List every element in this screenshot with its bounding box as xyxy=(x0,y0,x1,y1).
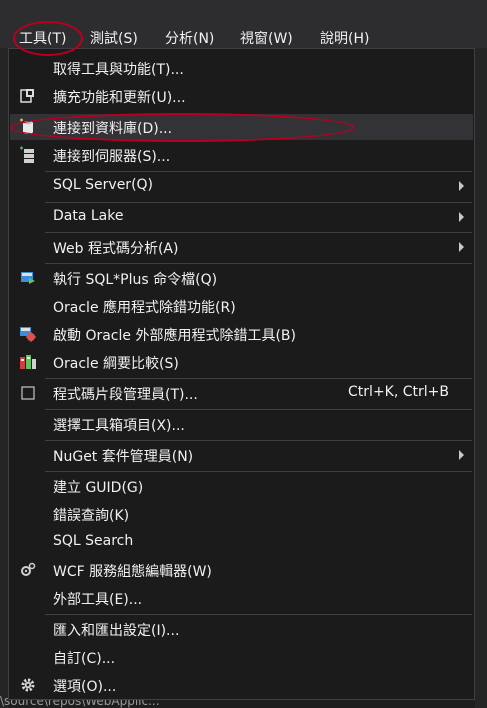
oracle-debug-icon xyxy=(19,325,37,343)
menu-item-label: 自訂(C)... xyxy=(53,651,116,667)
menu-window[interactable]: 視窗(W) xyxy=(240,28,293,48)
menu-item-customize[interactable]: 自訂(C)... xyxy=(10,644,473,670)
menu-item-create-guid[interactable]: 建立 GUID(G) xyxy=(10,473,473,499)
menu-item-label: 連接到伺服器(S)... xyxy=(53,149,171,165)
menu-separator xyxy=(45,471,472,472)
menu-item-data-lake[interactable]: Data Lake xyxy=(10,204,473,230)
menu-item-extensions[interactable]: 擴充功能和更新(U)... xyxy=(10,83,473,109)
menu-item-external-tools[interactable]: 外部工具(E)... xyxy=(10,585,473,611)
menu-separator xyxy=(45,614,472,615)
menu-item-label: 執行 SQL*Plus 命令檔(Q) xyxy=(53,272,218,288)
menu-item-import-export-settings[interactable]: 匯入和匯出設定(I)... xyxy=(10,616,473,642)
submenu-arrow-icon xyxy=(459,212,464,222)
menu-item-label: 匯入和匯出設定(I)... xyxy=(53,623,180,639)
menu-item-snippets-manager[interactable]: 程式碼片段管理員(T)... Ctrl+K, Ctrl+B xyxy=(10,380,473,406)
tools-dropdown-menu: 取得工具與功能(T)... 擴充功能和更新(U)... 連接到資料庫(D)... xyxy=(8,48,475,700)
menu-item-label: 建立 GUID(G) xyxy=(53,480,144,496)
gear-icon xyxy=(19,676,37,694)
menu-separator xyxy=(45,171,472,172)
menu-item-error-lookup[interactable]: 錯誤查詢(K) xyxy=(10,501,473,527)
menu-item-nuget[interactable]: NuGet 套件管理員(N) xyxy=(10,442,473,468)
menu-item-label: 外部工具(E)... xyxy=(53,592,143,608)
submenu-arrow-icon xyxy=(459,242,464,252)
menu-item-label: Web 程式碼分析(A) xyxy=(53,241,179,257)
menu-test[interactable]: 測試(S) xyxy=(90,28,138,48)
sqlplus-icon xyxy=(19,269,37,287)
menu-item-oracle-app-debug[interactable]: Oracle 應用程式除錯功能(R) xyxy=(10,293,473,319)
menu-item-label: SQL Search xyxy=(53,533,134,549)
submenu-arrow-icon xyxy=(459,450,464,460)
menu-item-wcf-config-editor[interactable]: WCF 服務組態編輯器(W) xyxy=(10,557,473,583)
shortcut-text: Ctrl+K, Ctrl+B xyxy=(348,384,449,400)
annotation-circle-connect-database xyxy=(10,113,354,142)
menu-item-choose-toolbox-items[interactable]: 選擇工具箱項目(X)... xyxy=(10,411,473,437)
menu-item-label: 擴充功能和更新(U)... xyxy=(53,90,186,106)
menu-item-connect-server[interactable]: 連接到伺服器(S)... xyxy=(10,142,473,168)
menu-item-label: 取得工具與功能(T)... xyxy=(53,62,184,78)
menu-item-label: WCF 服務組態編輯器(W) xyxy=(53,564,212,580)
menu-item-label: 錯誤查詢(K) xyxy=(53,508,130,524)
menu-item-sql-search[interactable]: SQL Search xyxy=(10,529,473,555)
menu-item-label: 選項(O)... xyxy=(53,679,117,695)
snippet-manager-icon xyxy=(19,384,37,402)
menu-item-label: Oracle 應用程式除錯功能(R) xyxy=(53,300,236,316)
menu-item-run-sqlplus[interactable]: 執行 SQL*Plus 命令檔(Q) xyxy=(10,265,473,291)
menu-item-options[interactable]: 選項(O)... xyxy=(10,672,473,698)
menu-item-label: 選擇工具箱項目(X)... xyxy=(53,418,185,434)
right-panel-edge xyxy=(475,48,487,708)
menu-item-sql-server[interactable]: SQL Server(Q) xyxy=(10,173,473,199)
extensions-icon xyxy=(19,87,37,105)
menu-separator xyxy=(45,378,472,379)
menu-item-label: NuGet 套件管理員(N) xyxy=(53,449,194,465)
schema-compare-icon xyxy=(19,353,37,371)
menu-help[interactable]: 說明(H) xyxy=(320,28,369,48)
submenu-arrow-icon xyxy=(459,181,464,191)
menu-item-label: Oracle 綱要比較(S) xyxy=(53,356,179,372)
wcf-config-icon xyxy=(19,561,37,579)
menu-item-get-tools[interactable]: 取得工具與功能(T)... xyxy=(10,55,473,81)
menu-item-label: Data Lake xyxy=(53,208,124,224)
menu-separator xyxy=(45,409,472,410)
menu-item-oracle-schema-compare[interactable]: Oracle 綱要比較(S) xyxy=(10,349,473,375)
menu-analyze[interactable]: 分析(N) xyxy=(165,28,214,48)
menu-separator xyxy=(45,202,472,203)
left-panel-edge xyxy=(0,48,8,708)
menu-item-label: SQL Server(Q) xyxy=(53,177,154,193)
menu-item-oracle-external-debug[interactable]: 啟動 Oracle 外部應用程式除錯工具(B) xyxy=(10,321,473,347)
menu-item-label: 程式碼片段管理員(T)... xyxy=(53,387,198,403)
menu-item-label: 啟動 Oracle 外部應用程式除錯工具(B) xyxy=(53,328,296,344)
menu-item-web-code-analysis[interactable]: Web 程式碼分析(A) xyxy=(10,234,473,260)
annotation-circle-tools xyxy=(13,21,83,56)
menu-separator xyxy=(45,440,472,441)
menu-separator xyxy=(45,232,472,233)
server-connect-icon xyxy=(19,146,37,164)
menu-separator xyxy=(45,263,472,264)
